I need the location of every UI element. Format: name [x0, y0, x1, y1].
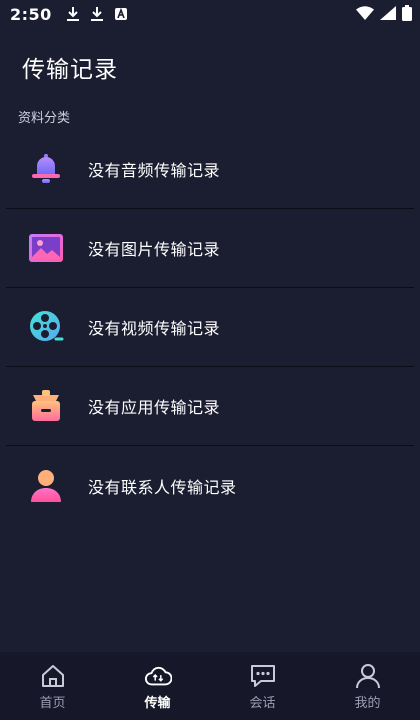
category-list: 没有音频传输记录 没有图片传输记录 没有视频传输记录 没有应用传输记录 没有联系… [6, 130, 414, 525]
tab-home[interactable]: 首页 [13, 662, 93, 711]
wifi-icon [356, 6, 374, 20]
list-item-label: 没有应用传输记录 [88, 398, 221, 417]
status-bar: 2:50 [0, 0, 420, 28]
picture-icon [26, 228, 66, 268]
app-box-icon [26, 386, 66, 426]
list-item-label: 没有音频传输记录 [88, 161, 221, 180]
film-reel-icon [26, 307, 66, 347]
download-icon [90, 7, 103, 21]
tab-label: 首页 [39, 695, 66, 711]
cloud-transfer-icon [144, 662, 172, 690]
list-item-image[interactable]: 没有图片传输记录 [6, 209, 414, 288]
tab-label: 我的 [354, 695, 381, 711]
chat-icon [249, 662, 277, 690]
bell-icon [26, 149, 66, 189]
list-item-app[interactable]: 没有应用传输记录 [6, 367, 414, 446]
list-item-label: 没有视频传输记录 [88, 319, 221, 338]
list-item-contacts[interactable]: 没有联系人传输记录 [6, 446, 414, 525]
list-item-audio[interactable]: 没有音频传输记录 [6, 130, 414, 209]
notification-icons [66, 6, 128, 22]
list-item-label: 没有图片传输记录 [88, 240, 221, 259]
bottom-tab-bar: 首页 传输 会话 我的 [0, 652, 420, 720]
tab-transfer[interactable]: 传输 [118, 662, 198, 711]
system-indicators [356, 5, 412, 21]
page-title: 传输记录 [22, 57, 118, 83]
battery-icon [402, 5, 412, 21]
list-item-label: 没有联系人传输记录 [88, 477, 237, 497]
tab-profile[interactable]: 我的 [328, 662, 408, 711]
tab-label: 会话 [249, 695, 276, 711]
person-icon [26, 466, 66, 506]
signal-icon [380, 6, 396, 20]
tab-label: 传输 [144, 695, 171, 711]
app-notification-icon [114, 7, 127, 20]
list-item-video[interactable]: 没有视频传输记录 [6, 288, 414, 367]
tab-chat[interactable]: 会话 [223, 662, 303, 711]
user-icon [354, 662, 382, 690]
section-label: 资料分类 [18, 111, 71, 126]
home-icon [39, 662, 67, 690]
status-time: 2:50 [10, 4, 52, 24]
download-icon [66, 7, 79, 21]
